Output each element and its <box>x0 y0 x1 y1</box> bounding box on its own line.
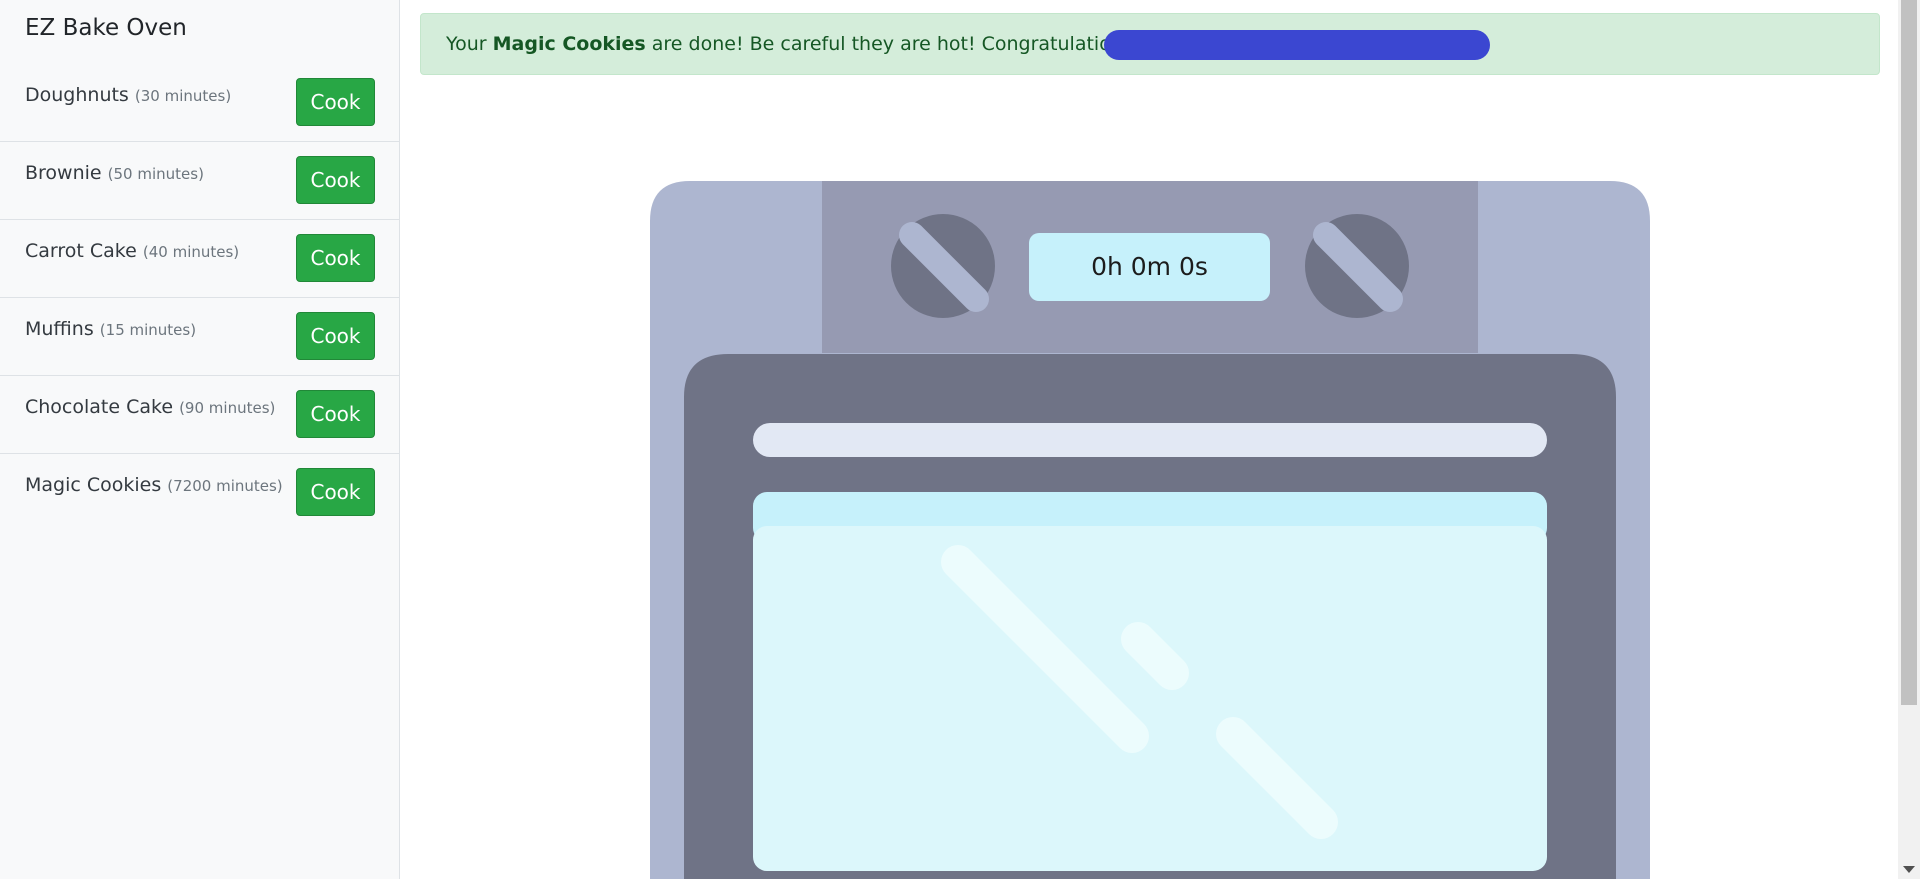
cook-button-doughnuts[interactable]: Cook <box>296 78 375 126</box>
menu-item-name: Chocolate Cake <box>25 396 174 418</box>
alert-message: Your Magic Cookies are done! Be careful … <box>446 33 1179 55</box>
menu-item-carrot-cake: Carrot Cake (40 minutes) Cook <box>0 220 399 298</box>
menu-item-name: Doughnuts <box>25 84 129 106</box>
menu-item-label: Carrot Cake (40 minutes) <box>25 240 239 262</box>
sidebar: EZ Bake Oven Doughnuts (30 minutes) Cook… <box>0 0 400 879</box>
menu-item-muffins: Muffins (15 minutes) Cook <box>0 298 399 376</box>
alert-item-name: Magic Cookies <box>492 33 646 55</box>
menu-item-duration: (30 minutes) <box>134 87 232 105</box>
oven-door-handle <box>753 423 1547 457</box>
page-scrollbar[interactable] <box>1898 0 1920 879</box>
cook-button-chocolate-cake[interactable]: Cook <box>296 390 375 438</box>
oven-timer-display: 0h 0m 0s <box>1029 233 1270 301</box>
alert-prefix: Your <box>446 33 493 55</box>
redaction-bar <box>1104 30 1490 60</box>
scrollbar-thumb[interactable] <box>1901 0 1917 705</box>
menu-item-label: Magic Cookies (7200 minutes) <box>25 474 283 496</box>
menu-item-brownie: Brownie (50 minutes) Cook <box>0 142 399 220</box>
menu-item-doughnuts: Doughnuts (30 minutes) Cook <box>0 64 399 142</box>
menu-item-duration: (50 minutes) <box>107 165 204 183</box>
menu-item-label: Muffins (15 minutes) <box>25 318 196 340</box>
menu-item-duration: (90 minutes) <box>179 399 276 417</box>
oven-knob-left <box>891 214 995 318</box>
oven-knob-right <box>1305 214 1409 318</box>
menu-item-name: Magic Cookies <box>25 474 162 496</box>
menu-item-label: Chocolate Cake (90 minutes) <box>25 396 275 418</box>
cook-button-muffins[interactable]: Cook <box>296 312 375 360</box>
scroll-down-arrow-icon[interactable] <box>1903 866 1915 873</box>
cook-button-magic-cookies[interactable]: Cook <box>296 468 375 516</box>
menu-item-label: Doughnuts (30 minutes) <box>25 84 231 106</box>
menu-item-duration: (15 minutes) <box>99 321 197 339</box>
cook-button-carrot-cake[interactable]: Cook <box>296 234 375 282</box>
menu-item-chocolate-cake: Chocolate Cake (90 minutes) Cook <box>0 376 399 454</box>
menu-item-duration: (40 minutes) <box>142 243 240 261</box>
alert-middle: are done! Be careful they are hot! Congr… <box>645 33 1139 55</box>
menu-item-name: Carrot Cake <box>25 240 137 262</box>
cook-button-brownie[interactable]: Cook <box>296 156 375 204</box>
oven-window <box>753 526 1547 871</box>
menu-item-duration: (7200 minutes) <box>167 477 283 495</box>
menu-item-label: Brownie (50 minutes) <box>25 162 204 184</box>
menu-item-name: Muffins <box>25 318 94 340</box>
app-title: EZ Bake Oven <box>25 15 187 41</box>
menu-item-name: Brownie <box>25 162 102 184</box>
menu-item-magic-cookies: Magic Cookies (7200 minutes) Cook <box>0 454 399 532</box>
